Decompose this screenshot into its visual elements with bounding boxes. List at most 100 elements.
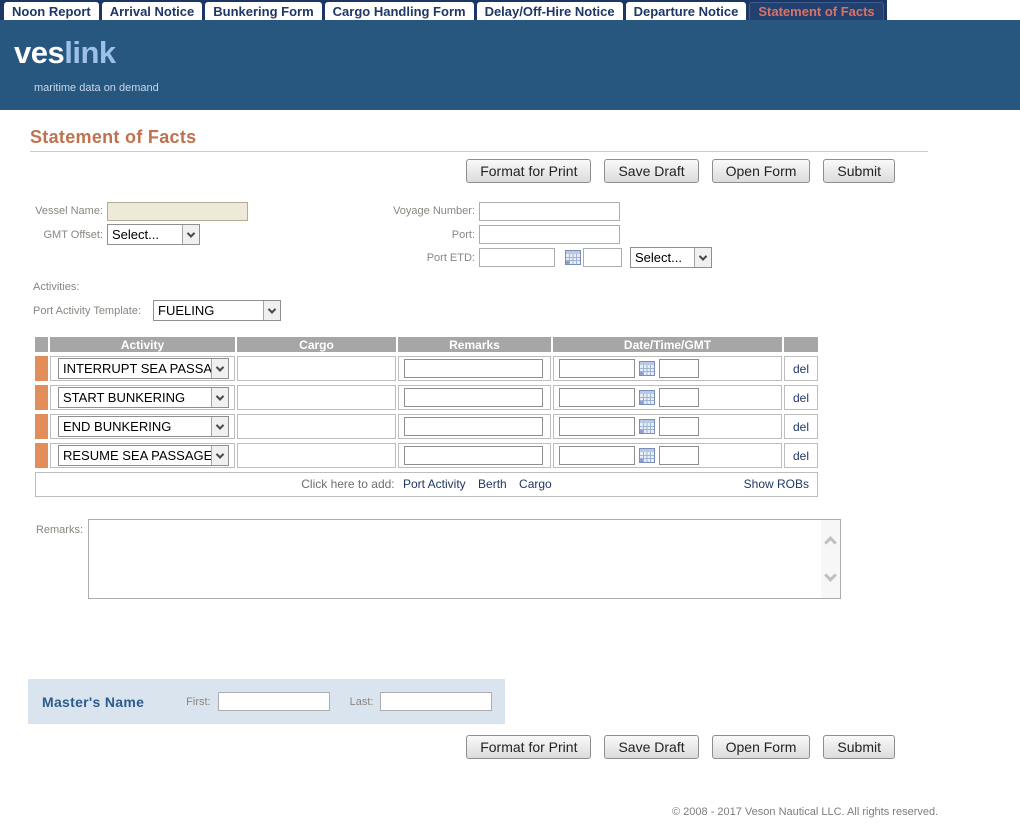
scroll-down-icon[interactable] bbox=[824, 569, 837, 582]
delete-row-link[interactable]: del bbox=[793, 362, 809, 376]
marker-column-header bbox=[35, 337, 48, 352]
row-date-input[interactable] bbox=[559, 446, 635, 465]
chevron-down-icon bbox=[211, 388, 228, 407]
cargo-column-header: Cargo bbox=[237, 337, 396, 352]
remarks-textarea[interactable] bbox=[88, 519, 841, 599]
port-etd-zone-select[interactable]: Select... bbox=[630, 247, 712, 268]
delete-row-link[interactable]: del bbox=[793, 420, 809, 434]
port-etd-zone-value: Select... bbox=[631, 248, 694, 267]
activity-select[interactable]: START BUNKERING bbox=[58, 387, 229, 408]
page-title: Statement of Facts bbox=[30, 127, 196, 148]
scrollbar[interactable] bbox=[821, 520, 840, 598]
copyright-notice: © 2008 - 2017 Veson Nautical LLC. All ri… bbox=[672, 806, 938, 818]
activity-select[interactable]: INTERRUPT SEA PASSAGE bbox=[58, 358, 229, 379]
activities-header-row: Activity Cargo Remarks Date/Time/GMT bbox=[35, 337, 818, 352]
activity-select[interactable]: RESUME SEA PASSAGE bbox=[58, 445, 229, 466]
header-band: veslink maritime data on demand bbox=[0, 20, 1020, 110]
row-marker bbox=[35, 356, 48, 381]
tab-bunkering-form[interactable]: Bunkering Form bbox=[205, 2, 321, 20]
activity-row: INTERRUPT SEA PASSAGE del bbox=[35, 356, 818, 381]
row-marker bbox=[35, 414, 48, 439]
format-for-print-button[interactable]: Format for Print bbox=[466, 735, 591, 759]
toolbar-bottom: Format for Print Save Draft Open Form Su… bbox=[466, 735, 895, 759]
row-marker bbox=[35, 385, 48, 410]
delete-row-link[interactable]: del bbox=[793, 449, 809, 463]
row-marker bbox=[35, 443, 48, 468]
row-remarks-input[interactable] bbox=[404, 446, 543, 465]
add-berth-link[interactable]: Berth bbox=[478, 477, 507, 491]
calendar-icon[interactable] bbox=[565, 250, 581, 265]
chevron-down-icon bbox=[263, 301, 280, 320]
logo-text-secondary: link bbox=[64, 35, 115, 70]
remarks-label: Remarks: bbox=[0, 524, 83, 536]
form-tabs: Noon Report Arrival Notice Bunkering For… bbox=[0, 0, 887, 20]
row-date-input[interactable] bbox=[559, 359, 635, 378]
chevron-down-icon bbox=[211, 359, 228, 378]
chevron-down-icon bbox=[211, 417, 228, 436]
activity-select[interactable]: END BUNKERING bbox=[58, 416, 229, 437]
port-etd-date-input[interactable] bbox=[479, 248, 555, 267]
scroll-up-icon[interactable] bbox=[824, 536, 837, 549]
voyage-number-input[interactable] bbox=[479, 202, 620, 221]
first-name-label: First: bbox=[186, 696, 210, 708]
activity-value: START BUNKERING bbox=[59, 388, 211, 407]
last-name-label: Last: bbox=[350, 696, 374, 708]
tab-arrival-notice[interactable]: Arrival Notice bbox=[102, 2, 203, 20]
statement-of-facts-page: Noon Report Arrival Notice Bunkering For… bbox=[0, 0, 1020, 837]
port-label: Port: bbox=[0, 229, 475, 241]
port-activity-template-value: FUELING bbox=[154, 301, 263, 320]
row-remarks-input[interactable] bbox=[404, 388, 543, 407]
port-activity-template-select[interactable]: FUELING bbox=[153, 300, 281, 321]
save-draft-button[interactable]: Save Draft bbox=[604, 735, 698, 759]
row-remarks-input[interactable] bbox=[404, 417, 543, 436]
tab-delay-off-hire-notice[interactable]: Delay/Off-Hire Notice bbox=[477, 2, 623, 20]
activity-value: RESUME SEA PASSAGE bbox=[59, 446, 211, 465]
submit-button[interactable]: Submit bbox=[823, 159, 895, 183]
add-prompt-label: Click here to add: bbox=[301, 477, 394, 491]
chevron-down-icon bbox=[211, 446, 228, 465]
add-cargo-link[interactable]: Cargo bbox=[519, 477, 552, 491]
masters-name-title: Master's Name bbox=[42, 694, 144, 710]
row-time-input[interactable] bbox=[659, 388, 699, 407]
calendar-icon[interactable] bbox=[639, 448, 655, 463]
row-remarks-input[interactable] bbox=[404, 359, 543, 378]
tab-noon-report[interactable]: Noon Report bbox=[4, 2, 99, 20]
logo-text-primary: ves bbox=[14, 35, 64, 70]
add-port-activity-link[interactable]: Port Activity bbox=[403, 477, 466, 491]
format-for-print-button[interactable]: Format for Print bbox=[466, 159, 591, 183]
cargo-cell bbox=[237, 356, 396, 381]
open-form-button[interactable]: Open Form bbox=[712, 159, 811, 183]
activity-row: RESUME SEA PASSAGE del bbox=[35, 443, 818, 468]
port-activity-template-label: Port Activity Template: bbox=[33, 305, 141, 317]
row-date-input[interactable] bbox=[559, 417, 635, 436]
cargo-cell bbox=[237, 385, 396, 410]
activity-value: INTERRUPT SEA PASSAGE bbox=[59, 359, 211, 378]
row-time-input[interactable] bbox=[659, 359, 699, 378]
submit-button[interactable]: Submit bbox=[823, 735, 895, 759]
remarks-column-header: Remarks bbox=[398, 337, 551, 352]
row-date-input[interactable] bbox=[559, 388, 635, 407]
save-draft-button[interactable]: Save Draft bbox=[604, 159, 698, 183]
tab-statement-of-facts[interactable]: Statement of Facts bbox=[749, 2, 883, 20]
row-time-input[interactable] bbox=[659, 417, 699, 436]
delete-column-header bbox=[784, 337, 818, 352]
remarks-text[interactable] bbox=[89, 520, 821, 598]
calendar-icon[interactable] bbox=[639, 390, 655, 405]
voyage-number-label: Voyage Number: bbox=[0, 205, 475, 217]
show-robs-link[interactable]: Show ROBs bbox=[744, 473, 809, 496]
port-input[interactable] bbox=[479, 225, 620, 244]
port-etd-time-input[interactable] bbox=[583, 248, 622, 267]
delete-row-link[interactable]: del bbox=[793, 391, 809, 405]
cargo-cell bbox=[237, 414, 396, 439]
calendar-icon[interactable] bbox=[639, 361, 655, 376]
tab-cargo-handling-form[interactable]: Cargo Handling Form bbox=[325, 2, 474, 20]
open-form-button[interactable]: Open Form bbox=[712, 735, 811, 759]
first-name-input[interactable] bbox=[218, 692, 330, 711]
activity-row: END BUNKERING del bbox=[35, 414, 818, 439]
last-name-input[interactable] bbox=[380, 692, 492, 711]
calendar-icon[interactable] bbox=[639, 419, 655, 434]
toolbar-top: Format for Print Save Draft Open Form Su… bbox=[466, 159, 895, 183]
tab-departure-notice[interactable]: Departure Notice bbox=[626, 2, 747, 20]
title-divider bbox=[30, 151, 928, 152]
row-time-input[interactable] bbox=[659, 446, 699, 465]
